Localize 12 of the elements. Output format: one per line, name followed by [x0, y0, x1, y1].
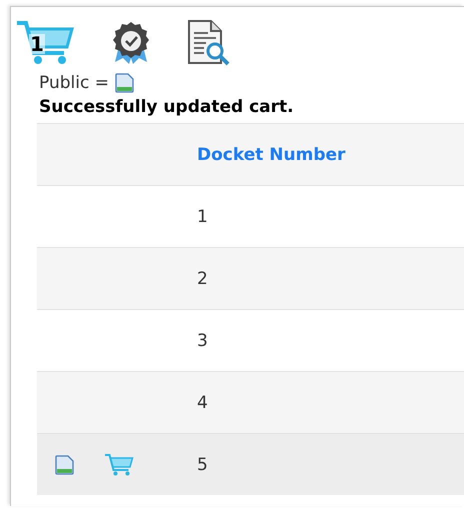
public-document-icon — [114, 73, 134, 93]
table-cell: 5 — [197, 454, 208, 474]
cart-button[interactable]: 1 — [15, 20, 77, 66]
table-cell: 1 — [197, 206, 208, 226]
award-ribbon-icon[interactable] — [111, 20, 151, 66]
status-message: Successfully updated cart. — [39, 97, 295, 117]
cart-count: 1 — [29, 34, 45, 54]
legend-label: Public = — [39, 73, 109, 93]
table-cell: 3 — [197, 330, 208, 350]
table-cell: 2 — [197, 268, 208, 288]
column-header[interactable]: Docket Number — [197, 144, 346, 164]
table-cell: 4 — [197, 392, 208, 412]
